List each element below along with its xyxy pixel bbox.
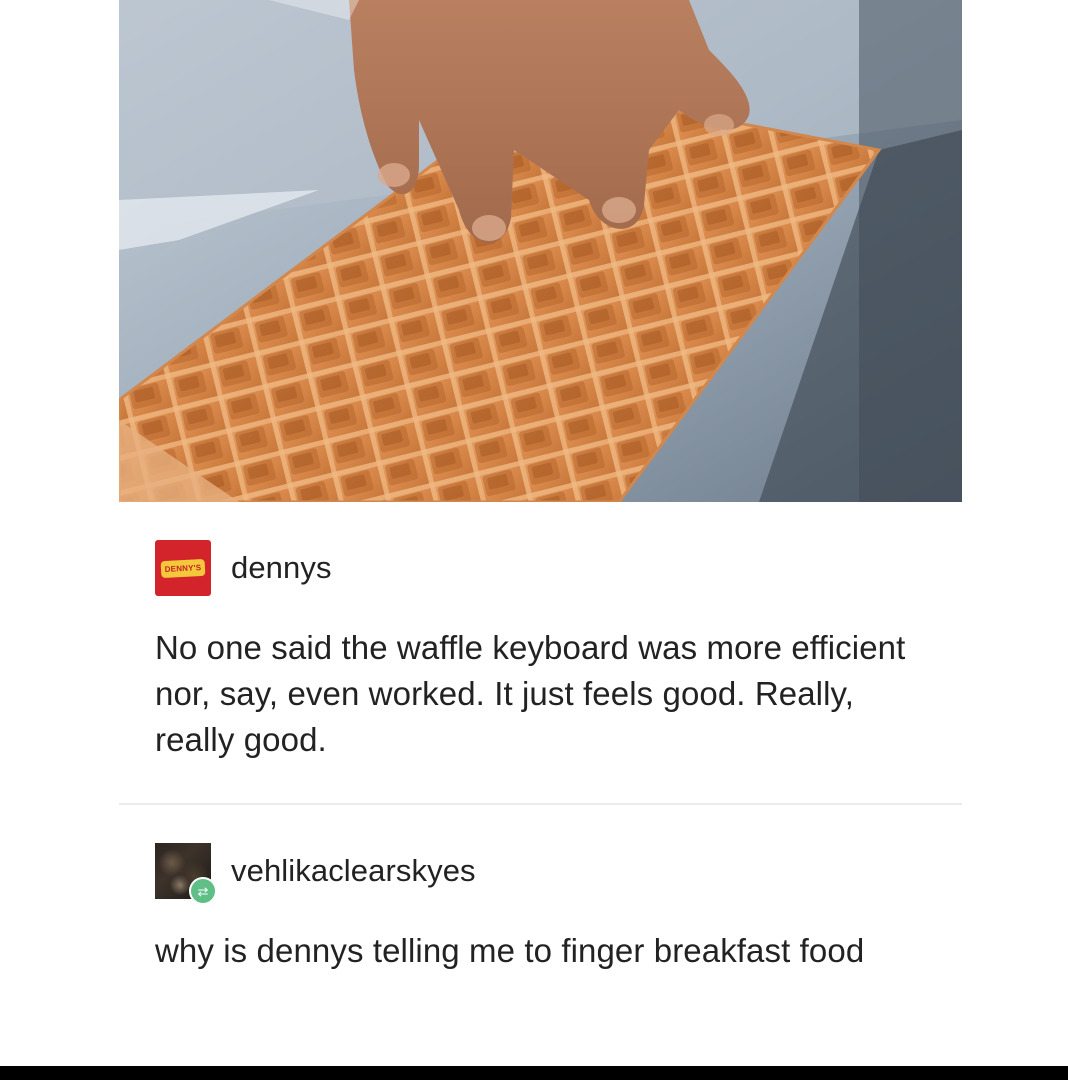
- post-divider: [119, 803, 962, 805]
- post-body-vehlikaclearskyes: why is dennys telling me to finger break…: [155, 932, 865, 969]
- dennys-logo-text: DENNY'S: [164, 562, 202, 574]
- bottom-edge-bar: [0, 1066, 1068, 1080]
- username-vehlikaclearskyes[interactable]: vehlikaclearskyes: [231, 853, 476, 889]
- waffle-keyboard-photo: [119, 0, 962, 502]
- post-photo: [119, 0, 962, 502]
- page: DENNY'S dennys No one said the waffle ke…: [0, 0, 1068, 1080]
- dennys-avatar[interactable]: DENNY'S: [155, 540, 211, 596]
- vehlikaclearskyes-avatar[interactable]: ⇄: [155, 843, 217, 905]
- post-header-vehlikaclearskyes: ⇄ vehlikaclearskyes: [155, 843, 476, 905]
- reblog-icon: ⇄: [189, 877, 217, 905]
- post-header-dennys: DENNY'S dennys: [155, 540, 332, 596]
- username-dennys[interactable]: dennys: [231, 550, 332, 586]
- dennys-logo-icon: DENNY'S: [160, 558, 206, 578]
- post-body-dennys: No one said the waffle keyboard was more…: [155, 629, 906, 758]
